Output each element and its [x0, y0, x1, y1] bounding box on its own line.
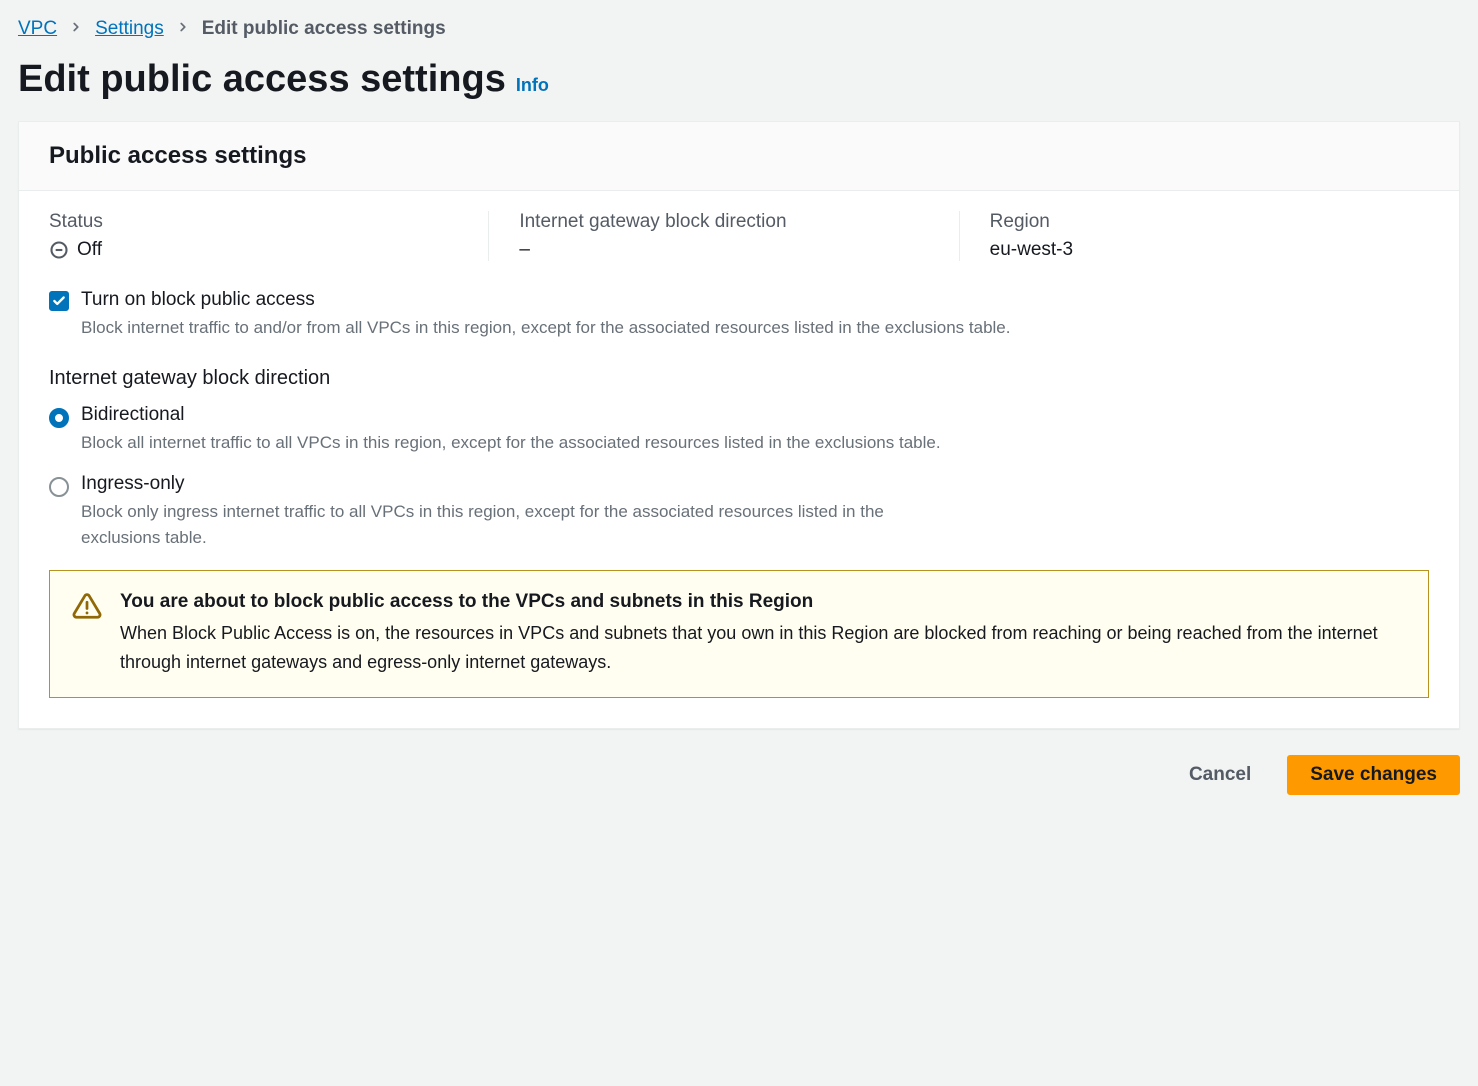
kv-status: Status Off — [49, 211, 488, 261]
radio-ingress-only-row: Ingress-only Block only ingress internet… — [49, 473, 1429, 550]
info-link[interactable]: Info — [516, 75, 549, 96]
warning-title: You are about to block public access to … — [120, 591, 1406, 613]
chevron-right-icon — [176, 20, 190, 39]
radio-bidirectional-desc: Block all internet traffic to all VPCs i… — [81, 430, 941, 456]
breadcrumb-settings[interactable]: Settings — [95, 18, 164, 40]
warning-content: You are about to block public access to … — [120, 591, 1406, 677]
kv-region-label: Region — [990, 211, 1399, 233]
chevron-right-icon — [69, 20, 83, 39]
panel-header: Public access settings — [19, 122, 1459, 191]
radio-bidirectional-title: Bidirectional — [81, 404, 941, 426]
page-title: Edit public access settings Info — [18, 58, 1460, 101]
radio-ingress-only-title: Ingress-only — [81, 473, 961, 495]
action-buttons: Cancel Save changes — [18, 755, 1460, 795]
breadcrumb-current: Edit public access settings — [202, 18, 446, 40]
warning-icon — [72, 591, 102, 621]
radio-ingress-only[interactable] — [49, 477, 69, 497]
kv-igw-direction-value: – — [519, 239, 928, 261]
kv-igw-direction: Internet gateway block direction – — [488, 211, 958, 261]
turn-on-bpa-title: Turn on block public access — [81, 289, 1010, 311]
panel-body: Status Off Internet gateway block direct… — [19, 191, 1459, 728]
kv-region-value: eu-west-3 — [990, 239, 1399, 261]
radio-bidirectional-row: Bidirectional Block all internet traffic… — [49, 404, 1429, 456]
kv-region: Region eu-west-3 — [959, 211, 1429, 261]
turn-on-bpa-checkbox[interactable] — [49, 291, 69, 311]
turn-on-bpa-checkbox-row: Turn on block public access Block intern… — [49, 289, 1429, 341]
kv-status-label: Status — [49, 211, 458, 233]
kv-igw-direction-label: Internet gateway block direction — [519, 211, 928, 233]
breadcrumb-vpc[interactable]: VPC — [18, 18, 57, 40]
direction-section-label: Internet gateway block direction — [49, 367, 1429, 390]
kv-status-value: Off — [49, 239, 458, 261]
radio-ingress-only-text: Ingress-only Block only ingress internet… — [81, 473, 961, 550]
warning-alert: You are about to block public access to … — [49, 570, 1429, 698]
radio-ingress-only-desc: Block only ingress internet traffic to a… — [81, 499, 961, 550]
breadcrumb: VPC Settings Edit public access settings — [18, 18, 1460, 40]
radio-bidirectional[interactable] — [49, 408, 69, 428]
warning-body: When Block Public Access is on, the reso… — [120, 619, 1406, 677]
save-changes-button[interactable]: Save changes — [1287, 755, 1460, 795]
kv-status-value-text: Off — [77, 239, 102, 261]
radio-bidirectional-text: Bidirectional Block all internet traffic… — [81, 404, 941, 456]
kv-row: Status Off Internet gateway block direct… — [49, 211, 1429, 261]
cancel-button[interactable]: Cancel — [1167, 755, 1273, 795]
page-title-text: Edit public access settings — [18, 58, 506, 101]
status-off-icon — [49, 240, 69, 260]
settings-panel: Public access settings Status Off Intern… — [18, 121, 1460, 729]
turn-on-bpa-text: Turn on block public access Block intern… — [81, 289, 1010, 341]
turn-on-bpa-desc: Block internet traffic to and/or from al… — [81, 315, 1010, 341]
panel-header-title: Public access settings — [49, 142, 1429, 170]
